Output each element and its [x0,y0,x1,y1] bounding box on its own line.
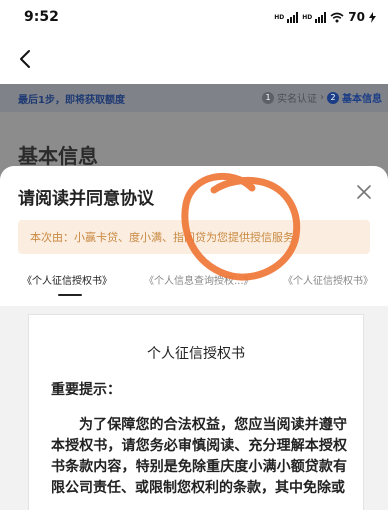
document-card[interactable]: 个人征信授权书 重要提示： 为了保障您的合法权益，您应当阅读并遵守本授权书，请您… [28,314,364,510]
status-bar: 9:52 HD HD 70 [0,0,388,36]
wifi-icon [330,12,344,22]
signal-label-1: HD [274,13,285,21]
chevron-left-icon[interactable] [12,46,38,72]
sheet-title: 请阅读并同意协议 [18,189,154,209]
nav-bar [0,36,388,84]
signal-label-2: HD [302,13,313,21]
page-title: 基本信息 [18,144,98,168]
agreement-tabs: 《个人征信授权书》 《个人信息查询授权...》 《个人征信授权书》 [0,266,388,296]
status-indicators: HD HD 70 [274,10,376,24]
document-body: 为了保障您的合法权益，您应当阅读并遵守本授权书，请您务必审慎阅读、充分理解本授权… [51,417,347,496]
charging-icon [369,11,376,23]
close-icon[interactable] [354,182,374,202]
step-separator: › [320,92,324,103]
step-progress-bar: 最后1步，即将获取额度 1 实名认证 › 2 基本信息 [0,84,388,112]
step-1-label: 实名认证 [277,94,317,105]
tab-personal-credit-authorization[interactable]: 《个人征信授权书》 [22,272,112,287]
status-time: 9:52 [24,9,59,25]
agreement-sheet: 请阅读并同意协议 本次由：小赢卡贷、度小满、指间贷为您提供授信服务 《个人征信授… [0,166,388,510]
step-2-label: 基本信息 [342,94,382,105]
step-2-number: 2 [327,91,339,104]
step-indicator: 1 实名认证 › 2 基本信息 [262,90,382,105]
signal-icon [287,11,299,23]
step-1-number: 1 [262,91,274,104]
tab-personal-credit-authorization-2[interactable]: 《个人征信授权书》 [283,272,373,287]
tab-personal-info-query-authorization[interactable]: 《个人信息查询授权...》 [144,272,254,287]
lender-notice: 本次由：小赢卡贷、度小满、指间贷为您提供授信服务 [18,220,370,254]
tab-active-indicator [58,294,82,296]
lender-notice-text: 本次由：小赢卡贷、度小满、指间贷为您提供授信服务 [30,231,294,244]
signal-icon [315,11,327,23]
step-hint: 最后1步，即将获取额度 [18,95,125,106]
battery-level: 70 [348,10,365,24]
document-subtitle: 重要提示： [51,382,121,398]
document-title: 个人征信授权书 [147,346,245,362]
